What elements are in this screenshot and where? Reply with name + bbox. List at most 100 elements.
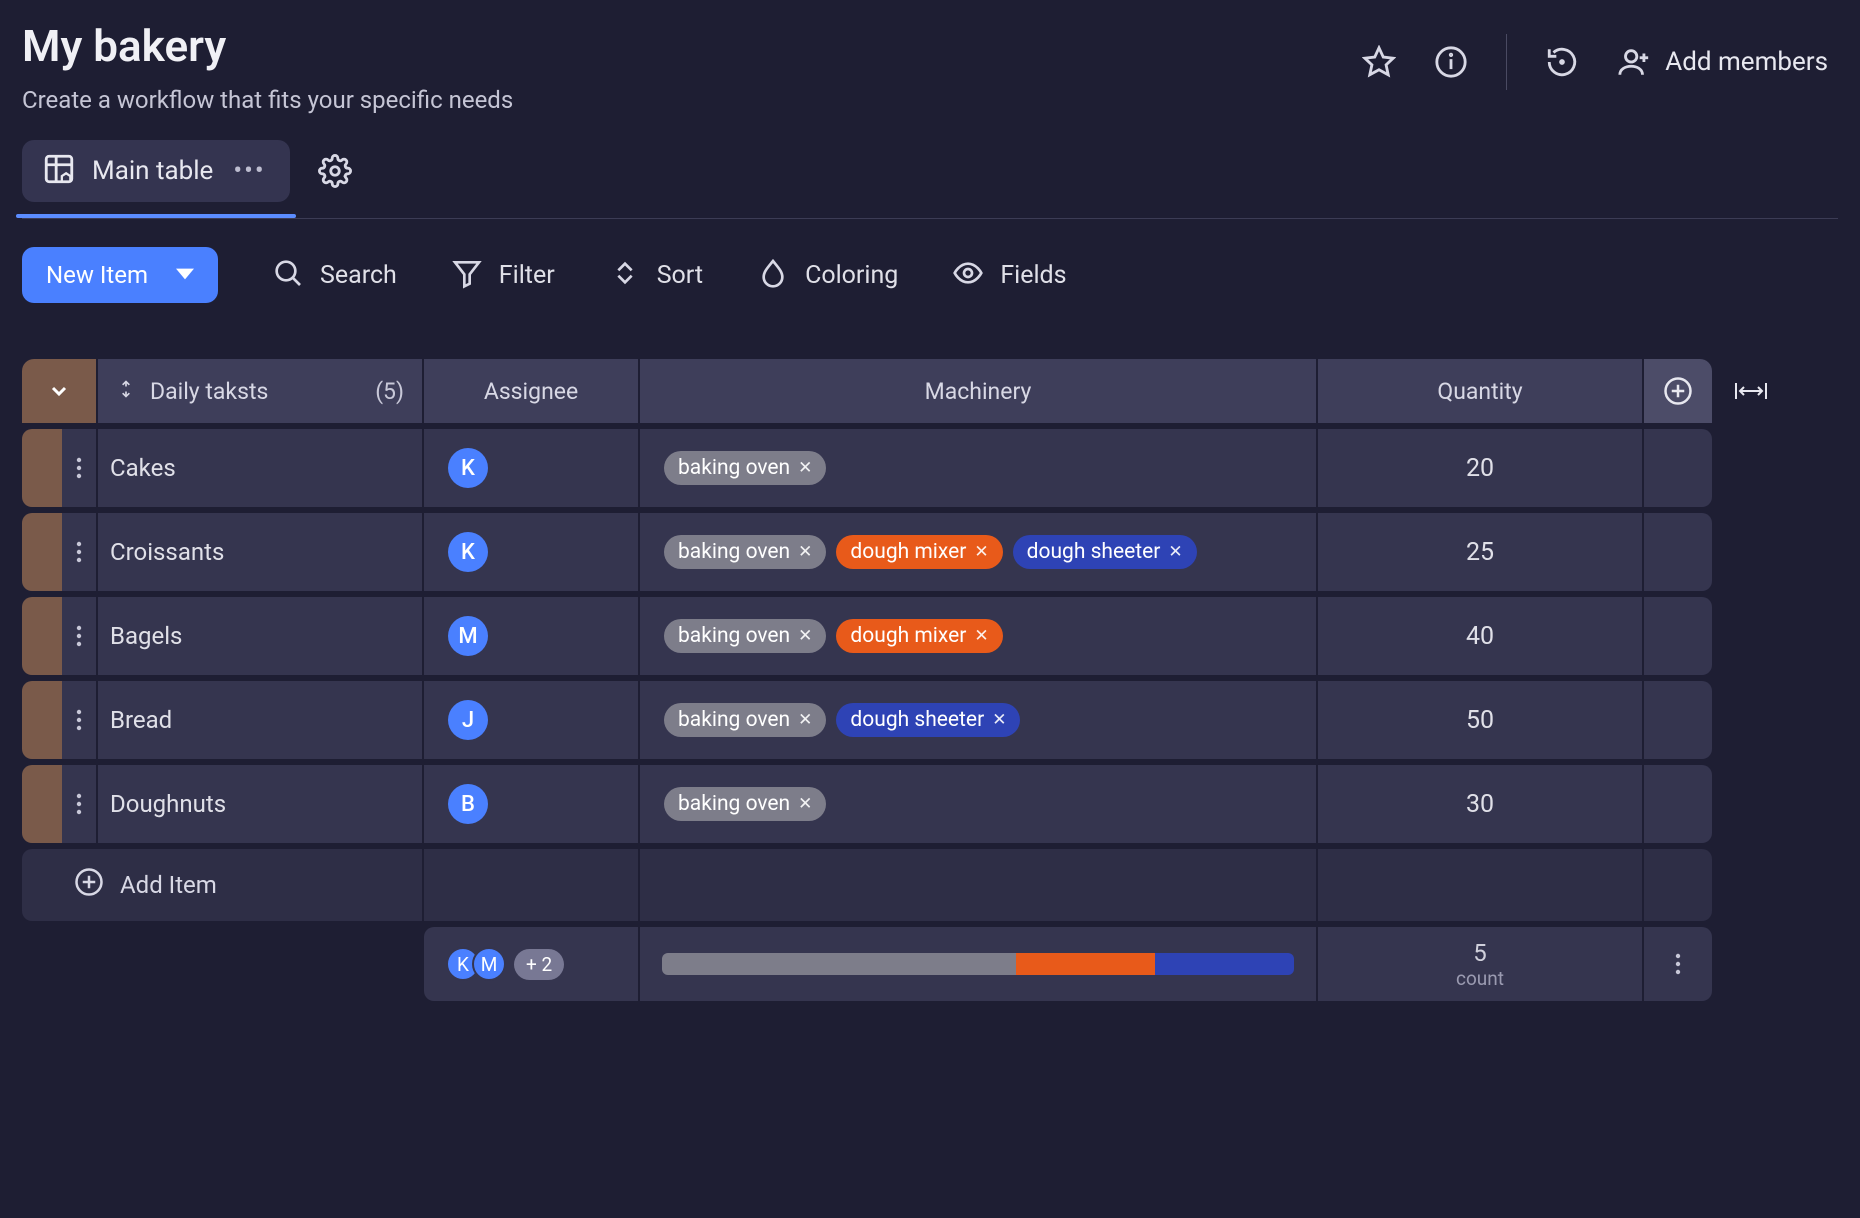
machinery-tag[interactable]: baking oven✕ [664, 451, 826, 485]
cell-quantity[interactable]: 20 [1318, 429, 1644, 507]
cell-machinery[interactable]: baking oven✕ dough mixer✕ [640, 597, 1318, 675]
bar-segment [662, 953, 1016, 975]
row-more-icon[interactable] [62, 429, 98, 507]
tag-remove-icon[interactable]: ✕ [1168, 542, 1182, 562]
add-item-row[interactable]: Add Item [22, 849, 1712, 921]
cell-name[interactable]: Bagels [98, 597, 424, 675]
avatar[interactable]: M [472, 947, 506, 981]
cell-assignee[interactable]: B [424, 765, 640, 843]
filter-button[interactable]: Filter [451, 257, 555, 293]
avatar[interactable]: K [448, 448, 488, 488]
row-more-icon[interactable] [62, 597, 98, 675]
cell-assignee[interactable]: K [424, 513, 640, 591]
column-header-name[interactable]: Daily taksts (5) [98, 359, 424, 423]
table-row[interactable]: Bagels Mbaking oven✕ dough mixer✕ 40 [22, 597, 1712, 675]
tab-main-table[interactable]: Main table ••• [22, 140, 290, 202]
cell-assignee[interactable]: M [424, 597, 640, 675]
add-members-label: Add members [1665, 47, 1828, 77]
tag-remove-icon[interactable]: ✕ [798, 794, 812, 814]
cell-quantity[interactable]: 30 [1318, 765, 1644, 843]
row-handle[interactable] [22, 597, 62, 675]
column-header-machinery[interactable]: Machinery [640, 359, 1318, 423]
tag-remove-icon[interactable]: ✕ [798, 626, 812, 646]
tag-remove-icon[interactable]: ✕ [974, 542, 988, 562]
row-handle[interactable] [22, 681, 62, 759]
table-row[interactable]: Doughnuts Bbaking oven✕ 30 [22, 765, 1712, 843]
sort-icon [609, 257, 641, 293]
row-more-icon[interactable] [62, 765, 98, 843]
avatar[interactable]: K [448, 532, 488, 572]
group-count: (5) [375, 378, 404, 405]
machinery-tag[interactable]: baking oven✕ [664, 787, 826, 821]
avatar[interactable]: M [448, 616, 488, 656]
fit-columns-button[interactable] [1712, 359, 1792, 423]
sort-button[interactable]: Sort [609, 257, 703, 293]
machinery-tag[interactable]: baking oven✕ [664, 535, 826, 569]
cell-machinery[interactable]: baking oven✕ [640, 429, 1318, 507]
cell-assignee [424, 849, 640, 921]
cell-end [1644, 849, 1712, 921]
tab-label: Main table [92, 156, 213, 186]
divider [1506, 34, 1507, 90]
info-icon[interactable] [1434, 45, 1468, 79]
tab-more-icon[interactable]: ••• [229, 156, 269, 186]
cell-name[interactable]: Croissants [98, 513, 424, 591]
cell-quantity[interactable]: 50 [1318, 681, 1644, 759]
cell-assignee[interactable]: K [424, 429, 640, 507]
machinery-tag[interactable]: baking oven✕ [664, 619, 826, 653]
star-icon[interactable] [1362, 45, 1396, 79]
table-footer: KM + 2 5 count [22, 927, 1712, 1001]
machinery-tag[interactable]: dough sheeter✕ [836, 703, 1020, 737]
table-row[interactable]: Cakes Kbaking oven✕ 20 [22, 429, 1712, 507]
bar-segment [1155, 953, 1294, 975]
fields-button[interactable]: Fields [952, 257, 1066, 293]
add-column-button[interactable] [1644, 359, 1712, 423]
tag-remove-icon[interactable]: ✕ [798, 458, 812, 478]
cell-name[interactable]: Doughnuts [98, 765, 424, 843]
avatar[interactable]: J [448, 700, 488, 740]
column-header-assignee[interactable]: Assignee [424, 359, 640, 423]
droplet-icon [757, 257, 789, 293]
cell-name[interactable]: Cakes [98, 429, 424, 507]
row-more-icon[interactable] [62, 513, 98, 591]
tag-remove-icon[interactable]: ✕ [974, 626, 988, 646]
row-handle[interactable] [22, 513, 62, 591]
avatar[interactable]: B [448, 784, 488, 824]
row-handle[interactable] [22, 765, 62, 843]
tag-remove-icon[interactable]: ✕ [798, 542, 812, 562]
cell-machinery[interactable]: baking oven✕ dough mixer✕ dough sheeter✕ [640, 513, 1318, 591]
machinery-tag[interactable]: dough mixer✕ [836, 619, 1002, 653]
new-item-button[interactable]: New Item [22, 247, 218, 303]
tag-remove-icon[interactable]: ✕ [798, 710, 812, 730]
refresh-icon[interactable] [1545, 45, 1579, 79]
machinery-tag[interactable]: dough sheeter✕ [1013, 535, 1197, 569]
row-more-icon[interactable] [62, 681, 98, 759]
cell-assignee[interactable]: J [424, 681, 640, 759]
add-members-button[interactable]: Add members [1617, 45, 1828, 79]
cell-quantity[interactable]: 25 [1318, 513, 1644, 591]
coloring-button[interactable]: Coloring [757, 257, 898, 293]
cell-end [1644, 681, 1712, 759]
row-handle[interactable] [22, 429, 62, 507]
footer-quantity-value: 5 [1473, 939, 1487, 967]
tag-label: baking oven [678, 708, 790, 732]
table-row[interactable]: Croissants Kbaking oven✕ dough mixer✕ dough… [22, 513, 1712, 591]
search-button[interactable]: Search [272, 257, 397, 293]
table-row[interactable]: BreadJbaking oven✕dough sheeter✕50 [22, 681, 1712, 759]
filter-label: Filter [499, 261, 555, 290]
footer-more-button[interactable] [1644, 927, 1712, 1001]
cell-machinery[interactable]: baking oven✕dough sheeter✕ [640, 681, 1318, 759]
machinery-tag[interactable]: dough mixer✕ [836, 535, 1002, 569]
column-header-quantity[interactable]: Quantity [1318, 359, 1644, 423]
footer-machinery-bar[interactable] [640, 927, 1318, 1001]
machinery-tag[interactable]: baking oven ✕ [664, 703, 826, 737]
cell-machinery[interactable]: baking oven✕ [640, 765, 1318, 843]
footer-assignee-summary[interactable]: KM + 2 [424, 927, 640, 1001]
cell-quantity[interactable]: 40 [1318, 597, 1644, 675]
tag-remove-icon[interactable]: ✕ [992, 710, 1006, 730]
group-collapse-toggle[interactable] [22, 359, 98, 423]
cell-name[interactable]: Bread [98, 681, 424, 759]
settings-button[interactable] [318, 154, 352, 188]
more-avatars-pill[interactable]: + 2 [514, 949, 564, 980]
page-title: My bakery [22, 20, 513, 72]
